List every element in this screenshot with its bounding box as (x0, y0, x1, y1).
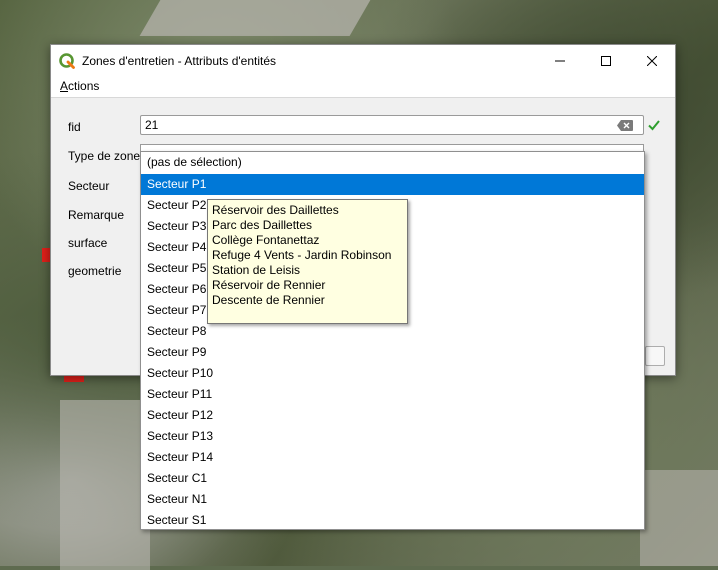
tooltip-line: Réservoir des Daillettes (212, 203, 339, 217)
dropdown-option[interactable]: Secteur P13 (141, 426, 644, 447)
close-icon (647, 56, 657, 66)
label-remarque: Remarque (68, 208, 125, 222)
tooltip-line: Réservoir de Rennier (212, 278, 326, 292)
tooltip-line: Station de Leisis (212, 263, 301, 277)
form-side-button[interactable] (645, 346, 665, 366)
dropdown-option[interactable]: Secteur P9 (141, 342, 644, 363)
title-bar[interactable]: Zones d'entretien - Attributs d'entités (51, 45, 675, 77)
maximize-button[interactable] (583, 45, 629, 77)
map-feature-highlight (64, 375, 84, 382)
dropdown-option[interactable]: Secteur N1 (141, 489, 644, 510)
tooltip-line: Parc des Daillettes (212, 218, 313, 232)
valid-check-icon (648, 120, 660, 131)
label-secteur: Secteur (68, 179, 110, 193)
menu-bar: Actions (51, 77, 675, 98)
menu-actions-label: ctions (68, 79, 100, 93)
menu-actions-mnemonic: A (60, 79, 69, 93)
minimize-icon (555, 60, 565, 62)
menu-actions[interactable]: Actions (60, 79, 99, 93)
option-tooltip: Réservoir des Daillettes Parc des Daille… (207, 199, 408, 324)
dropdown-option[interactable]: Secteur P12 (141, 405, 644, 426)
tooltip-line: Collège Fontanettaz (212, 233, 320, 247)
tooltip-line: Descente de Rennier (212, 293, 325, 307)
dropdown-option[interactable]: Secteur P11 (141, 384, 644, 405)
fid-value: 21 (145, 118, 159, 132)
map-feature-highlight (42, 248, 50, 262)
dropdown-option-selected[interactable]: Secteur P1 (141, 174, 644, 195)
window-title: Zones d'entretien - Attributs d'entités (82, 54, 277, 68)
qgis-logo-icon (59, 53, 75, 69)
dropdown-option[interactable]: Secteur S1 (141, 510, 644, 531)
fid-field[interactable]: 21 (140, 115, 644, 135)
dropdown-option[interactable]: Secteur P14 (141, 447, 644, 468)
dropdown-option[interactable]: Secteur P10 (141, 363, 644, 384)
map-road (60, 400, 150, 570)
dropdown-option[interactable]: (pas de sélection) (141, 152, 644, 173)
label-geometrie: geometrie (68, 264, 122, 278)
dropdown-option[interactable]: Secteur P8 (141, 321, 644, 342)
label-fid: fid (68, 120, 81, 134)
map-road (139, 0, 371, 36)
clear-field-icon[interactable] (617, 120, 633, 131)
dropdown-option[interactable]: Secteur C1 (141, 468, 644, 489)
maximize-icon (601, 56, 611, 66)
label-type-de-zone: Type de zone (68, 149, 141, 163)
close-button[interactable] (629, 45, 675, 77)
map-road (640, 470, 718, 566)
minimize-button[interactable] (537, 45, 583, 77)
label-surface: surface (68, 236, 108, 250)
tooltip-line: Refuge 4 Vents - Jardin Robinson (212, 248, 392, 262)
